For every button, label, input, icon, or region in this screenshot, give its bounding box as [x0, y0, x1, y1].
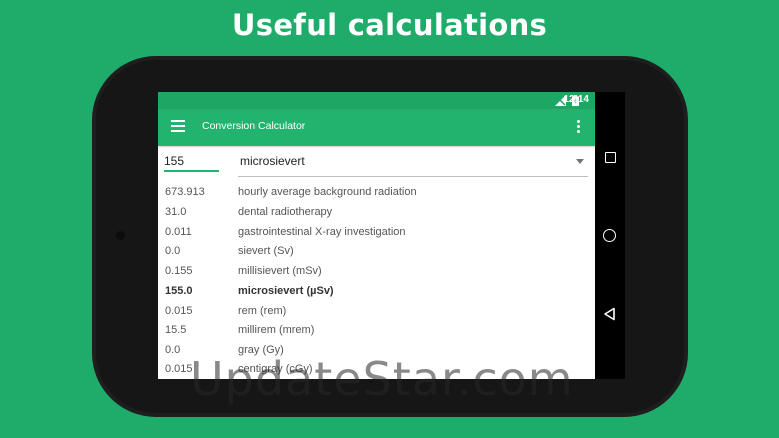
- back-icon[interactable]: [603, 307, 616, 321]
- status-bar: 12:14: [158, 92, 595, 109]
- result-value: 0.0: [165, 245, 181, 257]
- result-unit: gastrointestinal X-ray investigation: [238, 226, 406, 238]
- result-row-selected[interactable]: 155.0 microsievert (µSv): [158, 282, 595, 302]
- result-row[interactable]: 0.015 rem (rem): [158, 302, 595, 322]
- navigation-bar: [595, 92, 625, 379]
- result-value: 0.011: [165, 226, 192, 238]
- result-unit: microsievert (µSv): [238, 285, 334, 297]
- promo-title: Useful calculations: [231, 8, 548, 42]
- result-value: 15.5: [165, 324, 187, 336]
- menu-icon[interactable]: [171, 120, 186, 134]
- result-value: 673.913: [165, 186, 205, 198]
- result-unit: dental radiotherapy: [238, 206, 333, 218]
- result-value: 31.0: [165, 206, 187, 218]
- result-row[interactable]: 15.5 millirem (mrem): [158, 321, 595, 341]
- unit-select[interactable]: microsievert: [238, 152, 588, 177]
- result-row[interactable]: 0.011 gastrointestinal X-ray investigati…: [158, 223, 595, 243]
- result-row[interactable]: 0.0 sievert (Sv): [158, 242, 595, 262]
- result-unit: rem (rem): [238, 305, 287, 317]
- camera: [116, 231, 125, 240]
- result-row[interactable]: 0.155 millisievert (mSv): [158, 262, 595, 282]
- watermark: UpdateStar.com: [190, 352, 574, 406]
- result-value: 0.155: [165, 265, 193, 277]
- home-icon[interactable]: [603, 229, 616, 242]
- dropdown-arrow-icon: [576, 159, 584, 164]
- overflow-menu-icon[interactable]: [577, 120, 581, 134]
- result-unit: millirem (mrem): [238, 324, 315, 336]
- recents-icon[interactable]: [605, 152, 616, 163]
- result-unit: sievert (Sv): [238, 245, 294, 257]
- result-value: 155.0: [165, 285, 193, 297]
- app-bar: Conversion Calculator: [158, 109, 595, 146]
- result-value: 0.0: [165, 344, 181, 356]
- unit-select-value: microsievert: [240, 154, 305, 168]
- app-title: Conversion Calculator: [202, 120, 306, 132]
- result-row[interactable]: 673.913 hourly average background radiat…: [158, 183, 595, 203]
- result-value: 0.015: [165, 363, 193, 375]
- status-time: 12:14: [563, 94, 589, 105]
- app-screen: 12:14 Conversion Calculator microsievert…: [158, 92, 595, 379]
- value-input[interactable]: [164, 152, 219, 172]
- result-value: 0.015: [165, 305, 193, 317]
- result-unit: millisievert (mSv): [238, 265, 322, 277]
- result-row[interactable]: 31.0 dental radiotherapy: [158, 203, 595, 223]
- result-unit: hourly average background radiation: [238, 186, 417, 198]
